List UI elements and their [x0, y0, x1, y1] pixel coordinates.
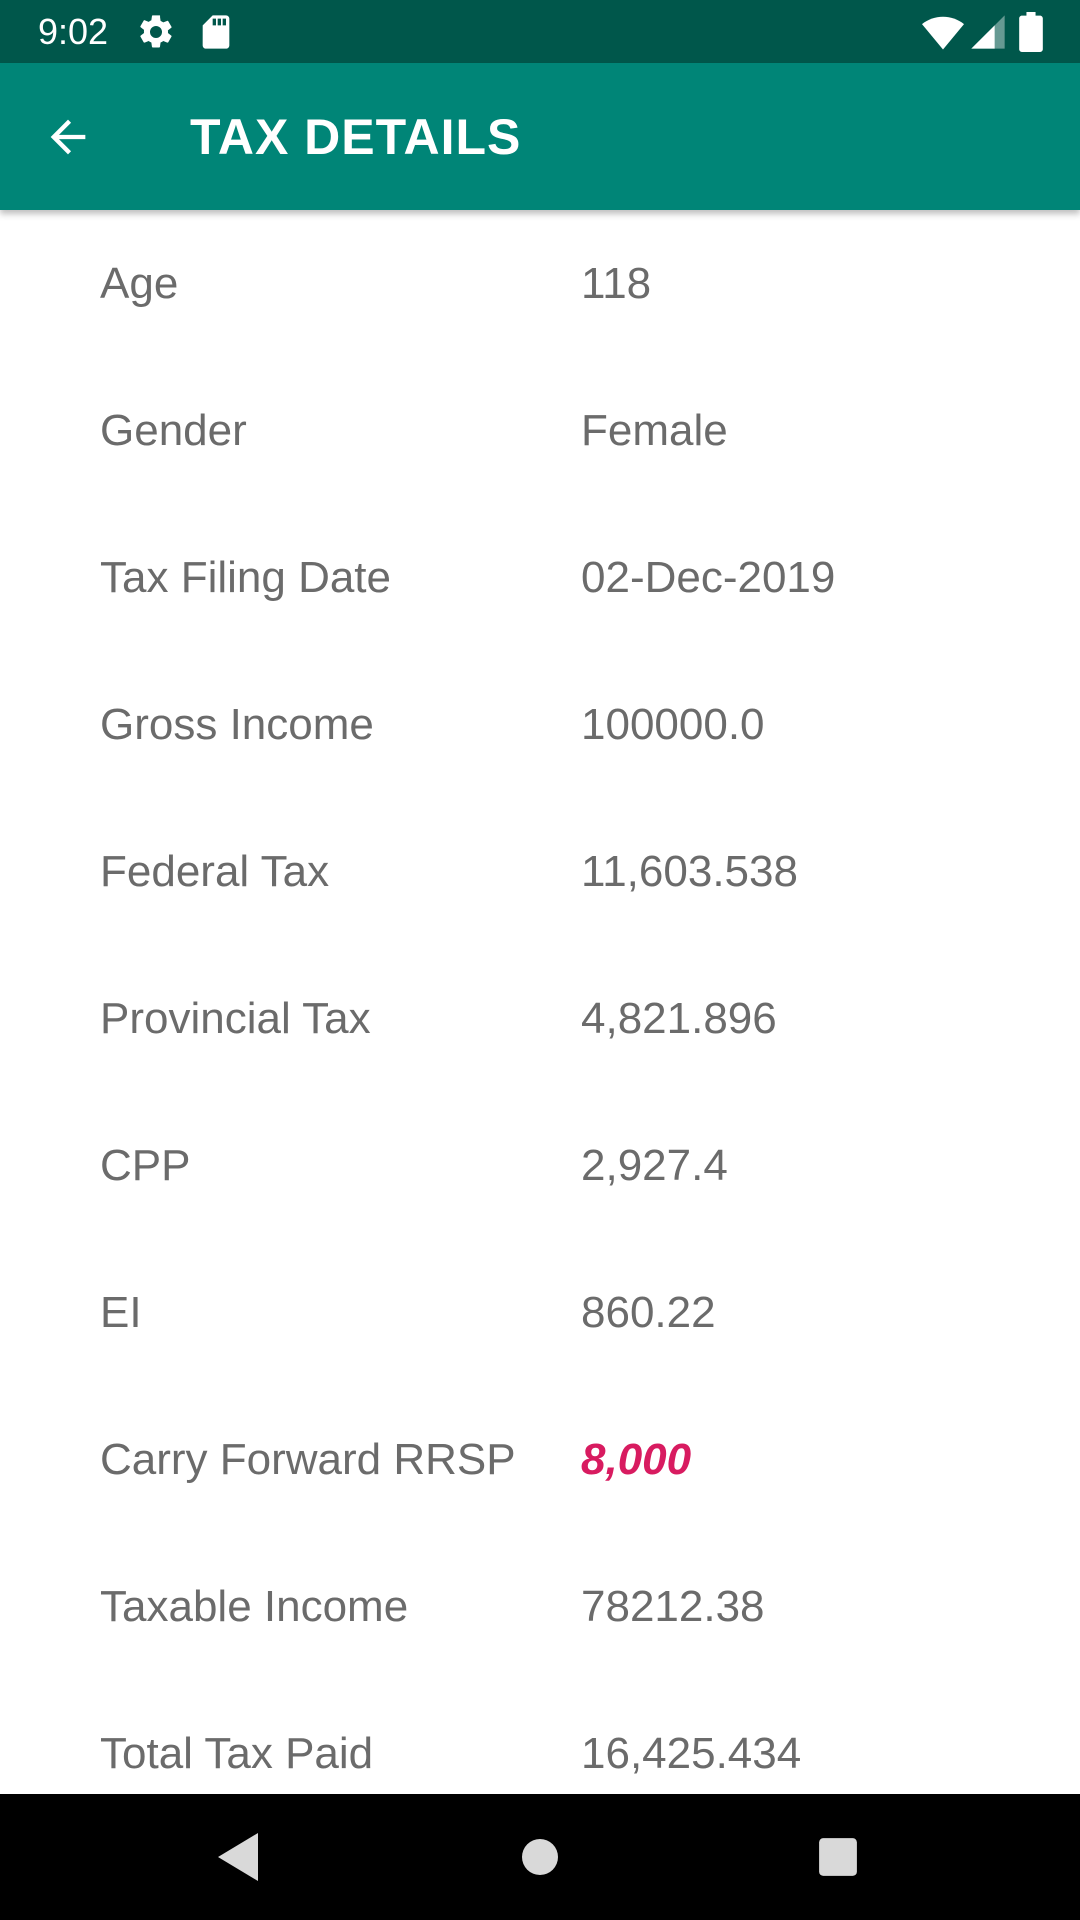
detail-row-ei: EI 860.22 [0, 1239, 1080, 1386]
nav-back-icon [218, 1833, 258, 1881]
detail-label: Tax Filing Date [100, 552, 392, 602]
detail-row-taxable-income: Taxable Income 78212.38 [0, 1533, 1080, 1680]
screen: 9:02 TAX DETAILS Age 118 Gender Female T… [0, 0, 1080, 1920]
detail-value: 860.22 [581, 1287, 716, 1337]
detail-row-age: Age 118 [0, 210, 1080, 357]
detail-row-cpp: CPP 2,927.4 [0, 1092, 1080, 1239]
system-nav-bar [0, 1794, 1080, 1920]
detail-label: Taxable Income [100, 1581, 409, 1631]
detail-value: Female [581, 405, 728, 455]
detail-value: 16,425.434 [581, 1728, 802, 1778]
detail-value: 11,603.538 [581, 846, 798, 896]
nav-recents-button[interactable] [798, 1817, 878, 1897]
detail-label: EI [100, 1287, 142, 1337]
detail-label: Age [100, 258, 179, 308]
nav-back-button[interactable] [198, 1817, 278, 1897]
carry-forward-rrsp-value: 8,000 [581, 1434, 692, 1484]
page-title: TAX DETAILS [190, 109, 522, 165]
arrow-back-icon [50, 119, 86, 155]
battery-icon [1018, 12, 1058, 52]
wifi-icon [922, 12, 964, 52]
nav-home-button[interactable] [500, 1817, 580, 1897]
status-time: 9:02 [38, 11, 109, 52]
detail-value: 4,821.896 [581, 993, 777, 1043]
detail-row-carry-forward-rrsp: Carry Forward RRSP 8,000 [0, 1386, 1080, 1533]
settings-icon [136, 12, 176, 52]
detail-row-total-tax-paid: Total Tax Paid 16,425.434 [0, 1680, 1080, 1794]
detail-value: 2,927.4 [581, 1140, 728, 1190]
cell-signal-icon [968, 12, 1008, 52]
detail-value: 118 [581, 258, 652, 308]
detail-row-gross-income: Gross Income 100000.0 [0, 651, 1080, 798]
app-bar: TAX DETAILS [0, 63, 1080, 210]
tax-details-list[interactable]: Age 118 Gender Female Tax Filing Date 02… [0, 210, 1080, 1794]
detail-row-tax-filing-date: Tax Filing Date 02-Dec-2019 [0, 504, 1080, 651]
detail-label: Provincial Tax [100, 993, 371, 1043]
detail-label: Federal Tax [100, 846, 330, 896]
detail-label: Carry Forward RRSP [100, 1434, 516, 1484]
detail-row-federal-tax: Federal Tax 11,603.538 [0, 798, 1080, 945]
detail-label: Gross Income [100, 699, 374, 749]
status-bar: 9:02 [0, 0, 1080, 63]
detail-label: Total Tax Paid [100, 1728, 374, 1778]
detail-value: 78212.38 [581, 1581, 765, 1631]
back-button[interactable] [24, 93, 112, 181]
detail-row-provincial-tax: Provincial Tax 4,821.896 [0, 945, 1080, 1092]
detail-value: 100000.0 [581, 699, 765, 749]
sd-card-icon [196, 12, 236, 52]
detail-label: Gender [100, 405, 247, 455]
nav-home-icon [522, 1839, 558, 1875]
detail-label: CPP [100, 1140, 191, 1190]
detail-value: 02-Dec-2019 [581, 552, 836, 602]
detail-row-gender: Gender Female [0, 357, 1080, 504]
nav-recents-icon [819, 1838, 857, 1876]
